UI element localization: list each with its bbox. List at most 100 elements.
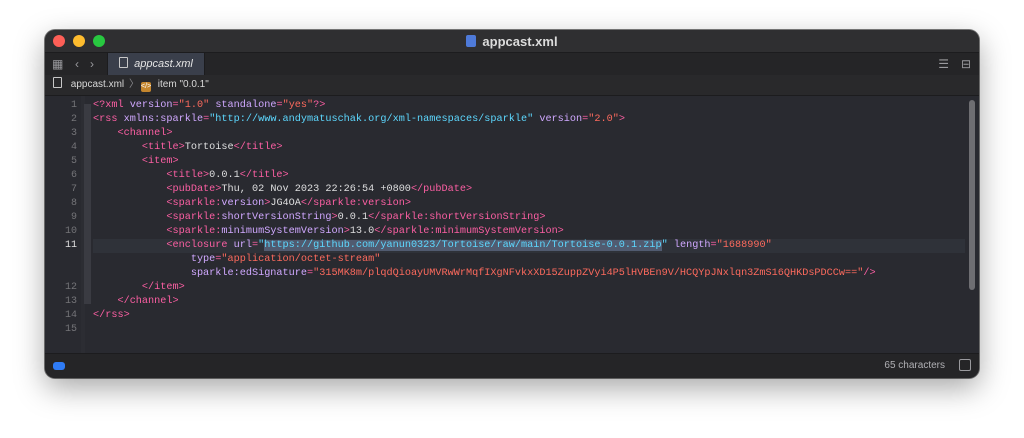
code-token: Tortoise	[184, 142, 234, 153]
line-number: 5	[70, 156, 77, 167]
code-token: <sparkle:	[166, 226, 222, 237]
line-number: 12	[64, 282, 77, 293]
jumpbar-file-label: appcast.xml	[70, 79, 125, 90]
code-token: Thu, 02 Nov 2023 22:26:54 +0800	[221, 184, 411, 195]
jumpbar-file[interactable]: appcast.xml	[53, 75, 124, 95]
code-line[interactable]: type="application/octet-stream"	[93, 253, 381, 267]
code-line[interactable]: <item>	[93, 155, 179, 169]
selected-text: https://github.com/yanun0323/Tortoise/ra…	[264, 240, 662, 251]
code-editor[interactable]: 1 2 3 4 5 6 7 8 9 10 11 12 13 14 15 <?xml version="1.0…	[45, 96, 979, 354]
code-line[interactable]: </item>	[93, 281, 185, 295]
window-title: appcast.xml	[45, 34, 979, 49]
code-line[interactable]: <sparkle:shortVersionString>0.0.1</spark…	[93, 211, 545, 225]
code-fold-indicator[interactable]	[84, 104, 91, 304]
code-token: 13.0	[349, 226, 375, 237]
code-token: <channel>	[117, 128, 173, 139]
forward-arrow-icon[interactable]: ›	[90, 57, 94, 71]
code-token: "315MK8m/plqdQioayUMVRwWrMqfIXgNFvkxXD15…	[313, 268, 864, 279]
code-token: standalone	[215, 100, 277, 111]
tab-appcast-xml[interactable]: appcast.xml	[107, 53, 205, 75]
code-line[interactable]: <sparkle:minimumSystemVersion>13.0</spar…	[93, 225, 564, 239]
code-token: </sparkle:version>	[300, 198, 411, 209]
code-line[interactable]: <title>0.0.1</title>	[93, 169, 289, 183]
code-token: <?xml	[93, 100, 130, 111]
code-token: </sparkle:shortVersionString>	[368, 212, 546, 223]
line-number: 9	[70, 212, 77, 223]
grid-icon[interactable]: ▦	[52, 57, 63, 71]
document-icon	[119, 57, 129, 68]
code-token: version	[539, 114, 583, 125]
tab-bar: ▦ ‹ › appcast.xml ☰ ⊟	[45, 52, 979, 76]
editor-window: appcast.xml ▦ ‹ › appcast.xml ☰ ⊟ appcas…	[45, 30, 979, 378]
line-number: 14	[64, 310, 77, 321]
code-token: version	[129, 100, 173, 111]
code-token: <sparkle:	[166, 198, 222, 209]
code-token: ?>	[313, 100, 326, 111]
document-icon	[53, 77, 62, 88]
code-line[interactable]: <pubDate>Thu, 02 Nov 2023 22:26:54 +0800…	[93, 183, 472, 197]
code-token: shortVersionString	[221, 212, 332, 223]
code-token: <rss	[93, 114, 124, 125]
tab-label: appcast.xml	[134, 58, 193, 70]
code-token: </sparkle:minimumSystemVersion>	[374, 226, 564, 237]
code-token: </channel>	[117, 296, 179, 307]
code-token: </pubDate>	[410, 184, 473, 195]
line-number: 4	[70, 142, 77, 153]
code-token: >	[618, 114, 625, 125]
code-token: url	[233, 240, 252, 251]
code-token: <item>	[141, 156, 179, 167]
code-token: />	[863, 268, 876, 279]
code-area[interactable]: <?xml version="1.0" standalone="yes"?> <r…	[93, 96, 965, 354]
code-token: "yes"	[282, 100, 314, 111]
line-number: 11	[64, 240, 77, 251]
line-number: 6	[70, 170, 77, 181]
line-number: 3	[70, 128, 77, 139]
code-line[interactable]: </channel>	[93, 295, 179, 309]
code-line[interactable]: <rss xmlns:sparkle="http://www.andymatus…	[93, 113, 625, 127]
jumpbar-symbol[interactable]: </> item "0.0.1"	[141, 75, 209, 95]
code-line[interactable]: <sparkle:version>JG4OA</sparkle:version>	[93, 197, 411, 211]
split-editor-icon[interactable]: ⊟	[961, 57, 971, 71]
code-line[interactable]: <channel>	[93, 127, 173, 141]
code-token: </rss>	[93, 310, 130, 321]
line-number: 7	[70, 184, 77, 195]
code-line[interactable]: </rss>	[93, 309, 130, 323]
code-token: <enclosure	[166, 240, 234, 251]
code-line[interactable]: <?xml version="1.0" standalone="yes"?>	[93, 99, 325, 113]
debug-area-icon[interactable]	[959, 359, 971, 371]
line-number: 10	[64, 226, 77, 237]
code-line[interactable]: <title>Tortoise</title>	[93, 141, 283, 155]
code-token: "http://www.andymatuschak.org/xml-namesp…	[209, 114, 534, 125]
line-number-gutter: 1 2 3 4 5 6 7 8 9 10 11 12 13 14 15	[45, 96, 79, 354]
inspector-icon[interactable]: ☰	[938, 57, 949, 71]
code-token: </title>	[239, 170, 289, 181]
code-token: version	[221, 198, 265, 209]
code-token: "application/octet-stream"	[221, 254, 381, 265]
symbol-tag-icon: </>	[141, 82, 152, 92]
code-line[interactable]: sparkle:edSignature="315MK8m/plqdQioayUM…	[93, 267, 876, 281]
code-token: xmlns:sparkle	[123, 114, 204, 125]
jumpbar-symbol-label: item "0.0.1"	[157, 79, 209, 90]
status-toggle-icon[interactable]	[53, 362, 65, 370]
jumpbar-separator: 〉	[129, 79, 139, 90]
vertical-scrollbar[interactable]	[969, 100, 975, 290]
back-arrow-icon[interactable]: ‹	[75, 57, 79, 71]
code-token: </item>	[141, 282, 185, 293]
code-token: JG4OA	[270, 198, 301, 209]
window-title-text: appcast.xml	[482, 34, 558, 49]
line-number: 13	[64, 296, 77, 307]
code-line[interactable]: <enclosure url="https://github.com/yanun…	[93, 239, 772, 253]
code-token: 0.0.1	[337, 212, 369, 223]
code-token: <title>	[141, 142, 185, 153]
